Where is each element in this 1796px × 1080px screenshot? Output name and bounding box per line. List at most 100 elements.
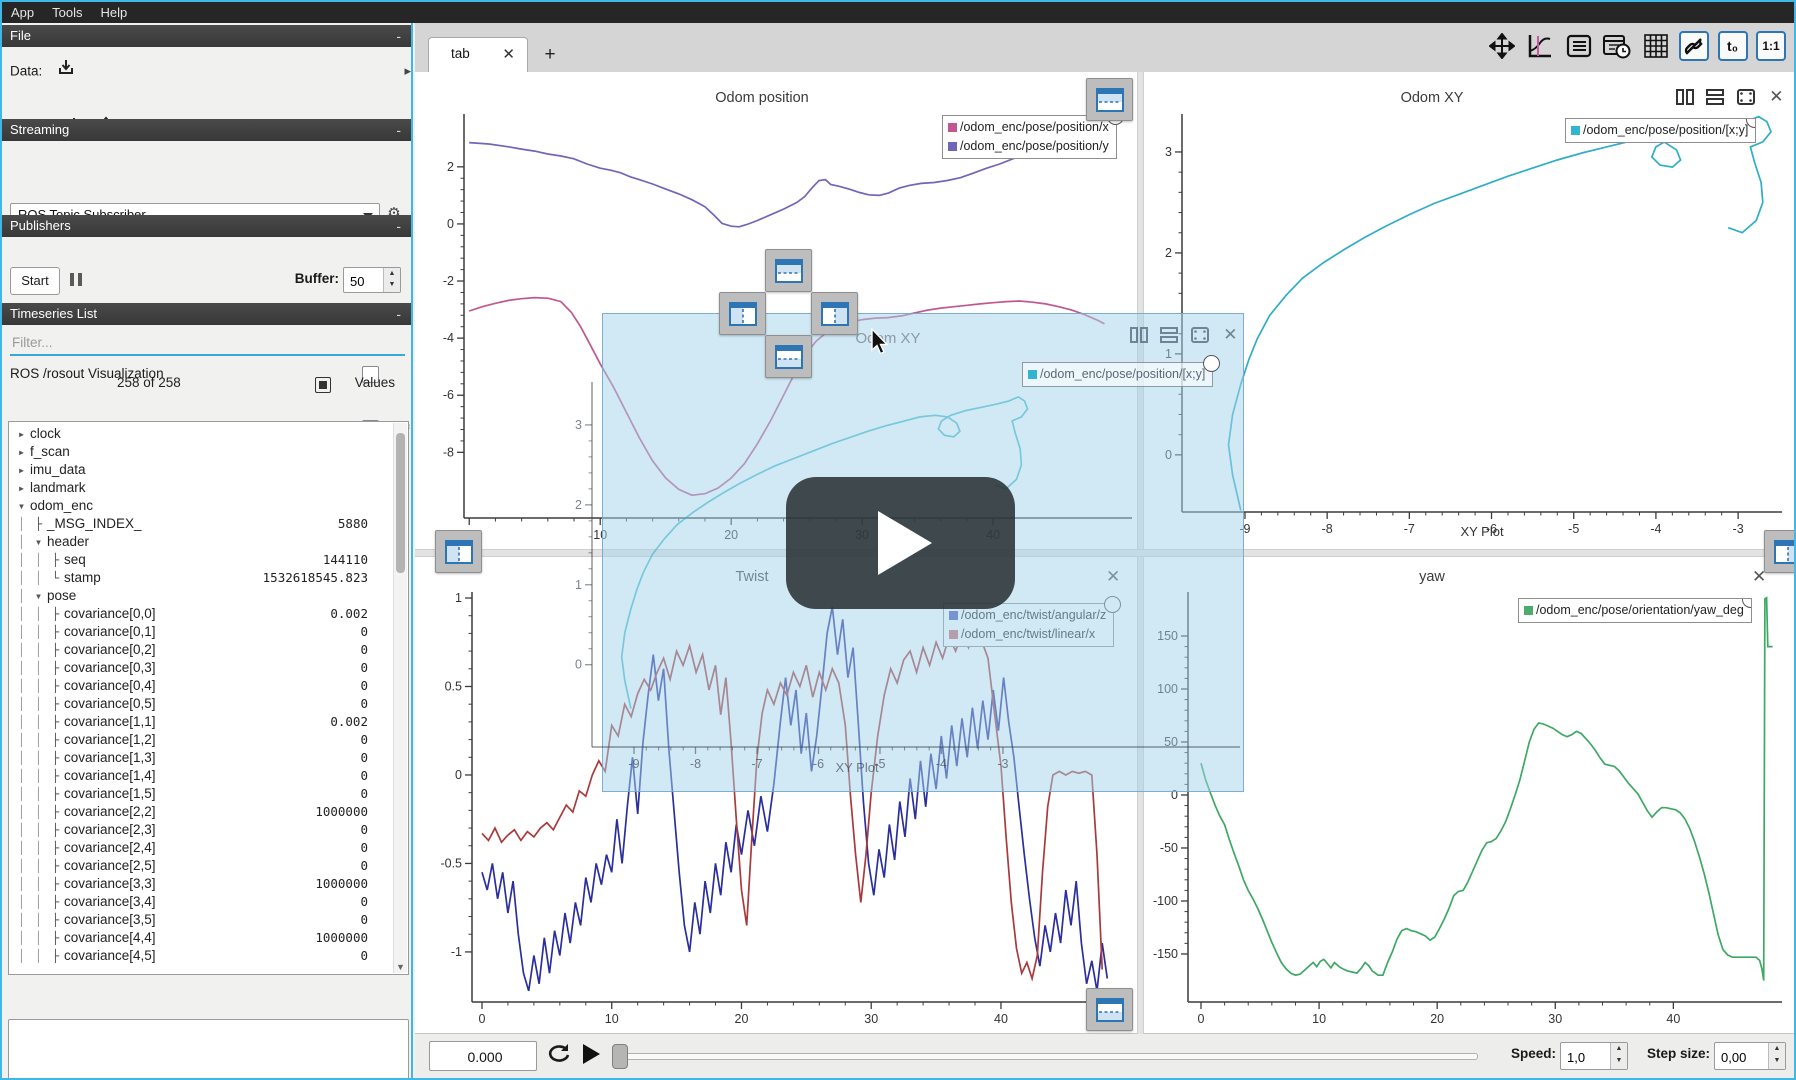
tree-label[interactable]: pose: [47, 588, 76, 603]
tree-expander-icon[interactable]: ├: [47, 695, 64, 713]
tree-label[interactable]: odom_enc: [30, 498, 93, 513]
menu-app[interactable]: App: [2, 2, 43, 23]
tree-label[interactable]: covariance[0,2]: [64, 642, 156, 657]
tree-label[interactable]: covariance[1,2]: [64, 732, 156, 747]
collapse-icon[interactable]: -: [396, 215, 401, 237]
section-header-file[interactable]: File -: [2, 25, 411, 47]
spin-arrows-icon[interactable]: ▲▼: [1610, 1043, 1627, 1069]
tree-expander-icon[interactable]: ├: [47, 821, 64, 839]
tree-expander-icon[interactable]: ▾: [30, 533, 47, 551]
tree-label[interactable]: covariance[2,2]: [64, 804, 156, 819]
legend-entry[interactable]: /odom_enc/pose/position/x: [948, 118, 1109, 137]
tree-row[interactable]: ││├covariance[2,5]0: [13, 857, 408, 875]
tree-label[interactable]: covariance[1,4]: [64, 768, 156, 783]
dock-left-indicator[interactable]: [719, 292, 766, 335]
legend-entry[interactable]: /odom_enc/pose/position/y: [948, 137, 1109, 156]
tree-row[interactable]: ││├covariance[4,5]0: [13, 947, 408, 965]
tree-label[interactable]: _MSG_INDEX_: [47, 516, 142, 531]
tree-label[interactable]: covariance[2,3]: [64, 822, 156, 837]
tree-label[interactable]: covariance[1,1]: [64, 714, 156, 729]
tree-row[interactable]: ││├covariance[1,1]0.002: [13, 713, 408, 731]
timeseries-tree[interactable]: ▸clock▸f_scan▸imu_data▸landmark▾odom_enc…: [8, 421, 409, 975]
section-header-publishers[interactable]: Publishers -: [2, 215, 411, 237]
tree-label[interactable]: covariance[0,5]: [64, 696, 156, 711]
fullscreen-icon[interactable]: [1189, 326, 1211, 346]
tree-expander-icon[interactable]: ├: [47, 839, 64, 857]
odom_position-legend[interactable]: /odom_enc/pose/position/x/odom_enc/pose/…: [942, 115, 1117, 159]
date-time-icon[interactable]: [1602, 31, 1632, 61]
spin-arrows-icon[interactable]: ▲▼: [1768, 1043, 1785, 1069]
split-horizontal-icon[interactable]: [1674, 88, 1696, 108]
tree-label[interactable]: covariance[0,3]: [64, 660, 156, 675]
values-checkbox[interactable]: [315, 377, 331, 393]
tree-row[interactable]: ││├covariance[4,4]1000000: [13, 929, 408, 947]
tree-expander-icon[interactable]: ├: [47, 749, 64, 767]
tree-expander-icon[interactable]: ├: [47, 623, 64, 641]
tree-row[interactable]: ││├covariance[1,4]0: [13, 767, 408, 785]
tree-expander-icon[interactable]: ├: [47, 929, 64, 947]
load-data-icon[interactable]: [56, 57, 76, 87]
ghost-legend[interactable]: /odom_enc/pose/position/[x;y]: [1022, 362, 1213, 387]
tree-expander-icon[interactable]: ├: [47, 659, 64, 677]
step-size-spinbox[interactable]: ▲▼: [1714, 1042, 1786, 1070]
tree-row[interactable]: ▸imu_data: [13, 461, 408, 479]
tree-row[interactable]: ││├covariance[2,3]0: [13, 821, 408, 839]
tree-expander-icon[interactable]: ▸: [13, 425, 30, 443]
tree-label[interactable]: f_scan: [30, 444, 70, 459]
tree-expander-icon[interactable]: ├: [47, 785, 64, 803]
menu-tools[interactable]: Tools: [43, 2, 91, 23]
tree-row[interactable]: ││├seq144110: [13, 551, 408, 569]
curve-tracker-icon[interactable]: [1525, 31, 1555, 61]
dock-left-indicator[interactable]: [435, 530, 482, 573]
tree-expander-icon[interactable]: ├: [47, 947, 64, 965]
play-icon[interactable]: [583, 1044, 600, 1064]
tree-label[interactable]: covariance[3,3]: [64, 876, 156, 891]
video-play-button[interactable]: [786, 477, 1015, 609]
tree-label[interactable]: covariance[1,3]: [64, 750, 156, 765]
tree-label[interactable]: imu_data: [30, 462, 86, 477]
tree-row[interactable]: ││├covariance[1,5]0: [13, 785, 408, 803]
list-view-icon[interactable]: [1564, 31, 1594, 61]
tree-expander-icon[interactable]: ├: [47, 911, 64, 929]
tree-label[interactable]: landmark: [30, 480, 86, 495]
tab-tab[interactable]: tab ✕: [428, 37, 528, 73]
tree-row[interactable]: ││├covariance[0,5]0: [13, 695, 408, 713]
t0-trigger-icon[interactable]: t₀: [1718, 31, 1748, 61]
tree-row[interactable]: ││└stamp1532618545.823: [13, 569, 408, 587]
split-horizontal-icon[interactable]: [1128, 326, 1150, 346]
tree-label[interactable]: covariance[1,5]: [64, 786, 156, 801]
tree-row[interactable]: ▸f_scan: [13, 443, 408, 461]
tree-row[interactable]: ││├covariance[2,2]1000000: [13, 803, 408, 821]
tree-expander-icon[interactable]: ├: [47, 677, 64, 695]
tree-label[interactable]: seq: [64, 552, 86, 567]
tree-row[interactable]: ││├covariance[2,4]0: [13, 839, 408, 857]
section-header-timeseries[interactable]: Timeseries List -: [2, 303, 411, 325]
tree-row[interactable]: │▾header: [13, 533, 408, 551]
tree-label[interactable]: stamp: [64, 570, 101, 585]
spin-arrows-icon[interactable]: ▲▼: [383, 268, 400, 292]
scrollbar-down-icon[interactable]: ▼: [394, 962, 407, 972]
tree-expander-icon[interactable]: ├: [47, 731, 64, 749]
tree-row[interactable]: │▾pose: [13, 587, 408, 605]
dock-bottom-indicator[interactable]: [765, 335, 812, 378]
start-button[interactable]: Start: [10, 267, 60, 295]
tree-expander-icon[interactable]: ├: [47, 767, 64, 785]
legend-entry[interactable]: /odom_enc/pose/orientation/yaw_deg: [1524, 601, 1744, 620]
current-time-input[interactable]: [430, 1042, 540, 1072]
tree-expander-icon[interactable]: ├: [30, 515, 47, 533]
current-time-box[interactable]: [429, 1041, 537, 1071]
dock-top-indicator[interactable]: [765, 249, 812, 292]
move-pan-icon[interactable]: [1487, 31, 1517, 61]
close-pane-icon[interactable]: ✕: [1219, 326, 1241, 346]
slider-handle[interactable]: [612, 1044, 628, 1069]
tab-close-icon[interactable]: ✕: [502, 45, 515, 63]
new-tab-button[interactable]: +: [535, 41, 565, 69]
scrollbar-handle[interactable]: [396, 433, 405, 573]
tree-row[interactable]: ▸landmark: [13, 479, 408, 497]
tree-label[interactable]: covariance[3,5]: [64, 912, 156, 927]
yaw-legend[interactable]: /odom_enc/pose/orientation/yaw_deg: [1518, 598, 1752, 623]
tree-expander-icon[interactable]: ▸: [13, 461, 30, 479]
chevron-right-icon[interactable]: ▸: [404, 57, 411, 85]
odom_xy-legend[interactable]: /odom_enc/pose/position/[x;y]: [1565, 118, 1756, 143]
tree-scrollbar[interactable]: ▼: [393, 423, 407, 973]
